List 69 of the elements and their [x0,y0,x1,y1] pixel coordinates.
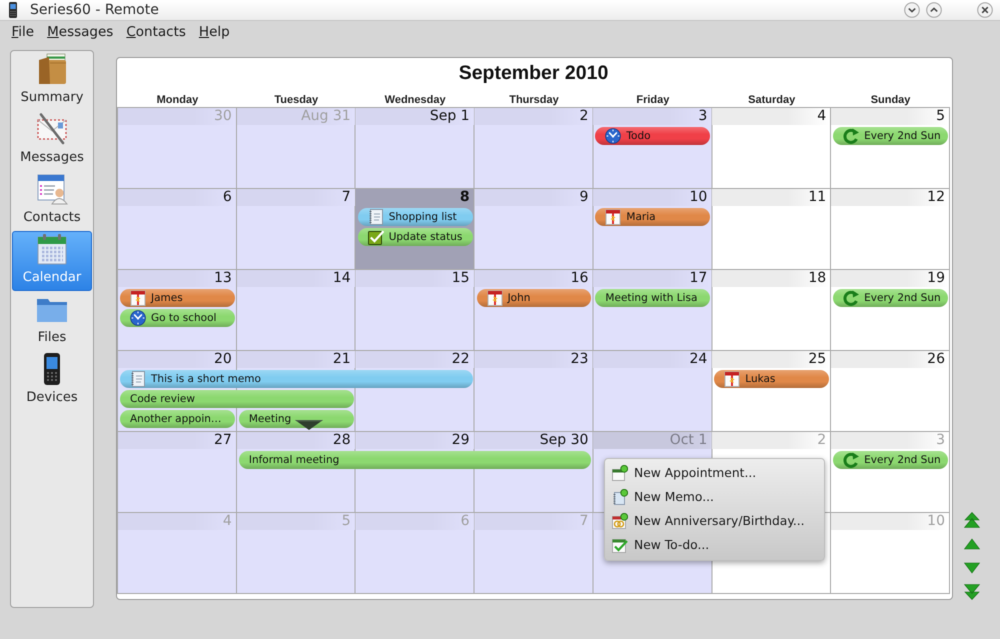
circular-arrow-icon [843,290,860,306]
circular-arrow-icon [843,128,860,144]
sidebar-item[interactable]: Summary [12,51,92,111]
clock-icon [130,310,146,326]
calendar-event[interactable]: Every 2nd Sun [833,289,948,307]
menu-item[interactable]: Contacts [120,23,192,41]
calendar-page-icon [486,290,503,306]
notepad-add-icon [612,489,628,505]
down-arrow-icon[interactable] [964,560,980,576]
calendar-event[interactable]: James [120,289,235,307]
calendar-page-icon [130,290,146,306]
notepad-icon [130,371,146,387]
sidebar-item[interactable]: Devices [12,351,92,411]
weekday-header: Tuesday [273,93,320,107]
calendar-icon [36,233,68,265]
rings-calendar-icon [612,513,628,529]
notepad-icon [368,209,384,225]
clock-icon [605,128,622,144]
calendar-event[interactable]: This is a short memo [120,370,473,388]
wallet-icon [36,53,68,85]
calendar-event[interactable]: Code review [120,390,354,408]
menu-item[interactable]: New Anniversary/Birthday... [605,509,824,533]
calendar-event[interactable]: Update status [358,228,473,246]
menu-item[interactable]: Help [192,23,236,41]
sidebar-item[interactable]: Files [12,291,92,351]
calendar-event[interactable]: Todo [595,127,710,145]
menu-item[interactable]: New To-do... [605,533,824,557]
menu-item[interactable]: File [5,23,41,41]
calendar-event[interactable]: Lukas [714,370,830,388]
calendar-event[interactable]: John [476,289,592,307]
menu-item[interactable]: New Appointment... [605,461,824,485]
double-up-arrow-icon[interactable] [964,512,980,528]
calendar-event[interactable]: Informal meeting [238,451,592,469]
contact-card-icon [36,173,68,205]
weekday-header: Wednesday [384,93,447,107]
weekday-header: Friday [635,93,670,107]
calendar-event[interactable]: Meeting with Lisa [595,289,710,307]
window-title: Series60 - Remote [30,1,160,20]
close-icon[interactable] [977,2,993,18]
day-header: Oct 1 [593,432,712,449]
calendar-add-icon [612,465,628,481]
sidebar-item[interactable]: Messages [12,111,92,171]
weekday-header: Sunday [870,93,912,107]
calendar-page-icon [724,371,740,387]
check-calendar-icon [612,537,628,553]
calendar-event[interactable]: Go to school [120,309,235,327]
chevron-up-icon[interactable] [926,2,942,18]
weekday-header: Saturday [747,93,796,107]
weekday-header: Thursday [508,93,560,107]
checkbox-icon [368,229,384,245]
calendar-event[interactable]: Every 2nd Sun [833,451,948,469]
sidebar-item[interactable]: Contacts [12,171,92,231]
phone-icon [8,2,18,18]
menu-item[interactable]: Messages [40,23,120,41]
envelope-pen-icon [36,113,68,145]
calendar-page-icon [605,209,622,225]
calendar-title: September 2010 [458,61,610,86]
weekday-header: Monday [156,93,200,107]
double-down-arrow-icon[interactable] [964,584,980,600]
calendar-event[interactable]: Meeting [238,410,354,428]
chevron-down-icon[interactable] [904,2,920,18]
calendar-event[interactable]: Shopping list [358,208,473,226]
calendar-event[interactable]: Every 2nd Sun [833,127,948,145]
up-arrow-icon[interactable] [964,536,980,552]
calendar-event[interactable]: Maria [595,208,710,226]
menu-item[interactable]: New Memo... [605,485,824,509]
calendar-event[interactable]: Another appoin… [120,410,235,428]
day-header: 8 [458,189,471,206]
circular-arrow-icon [843,452,860,468]
